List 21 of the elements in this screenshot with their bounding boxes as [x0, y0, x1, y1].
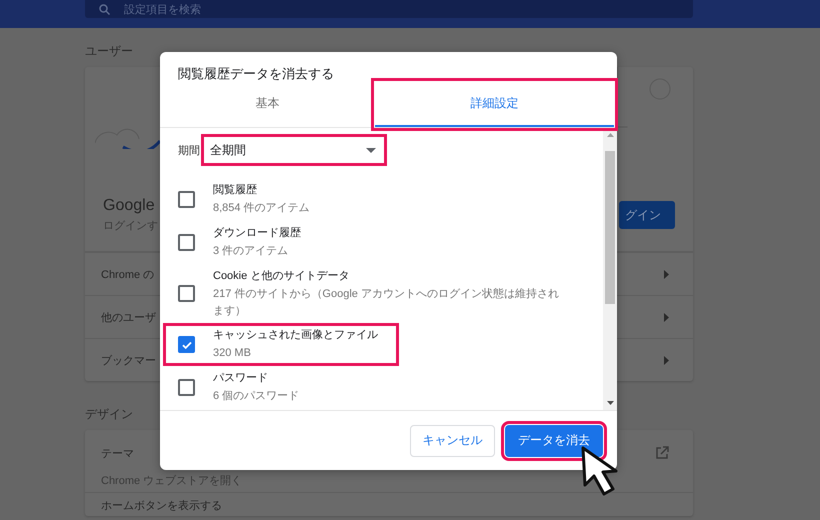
item-detail: 320 MB [213, 346, 252, 362]
section-heading: ユーザー [85, 42, 133, 60]
row-title: テーマ [101, 447, 135, 461]
item-detail: 217 件のサイトから（Google アカウントへのログイン状態は維持されます） [213, 287, 559, 318]
item-title: Cookie と他のサイトデータ [213, 269, 350, 283]
item-title: 閲覧履歴 [213, 183, 258, 198]
row-label: ブックマー [101, 354, 156, 368]
item-detail: 3 件のアイテム [213, 244, 290, 260]
dialog-title: 閲覧履歴データを消去する [177, 65, 335, 82]
row-label: 他のユーザ [101, 310, 156, 324]
item-title: パスワード [213, 371, 269, 386]
period-label: 期間 [178, 144, 200, 158]
item-detail: 8,854 件のアイテム [213, 201, 310, 216]
item-title: キャッシュされた画像とファイル [213, 328, 378, 342]
account-title: Google [103, 197, 156, 215]
item-title: ダウンロード履歴 [213, 226, 301, 240]
item-detail: 6 個のパスワード [213, 389, 300, 404]
row-title: ホームボタンを表示する [101, 499, 222, 513]
search-placeholder: 設定項目を検索 [124, 2, 201, 16]
section-heading: デザイン [85, 406, 133, 422]
row-label: Chrome の [101, 268, 154, 282]
